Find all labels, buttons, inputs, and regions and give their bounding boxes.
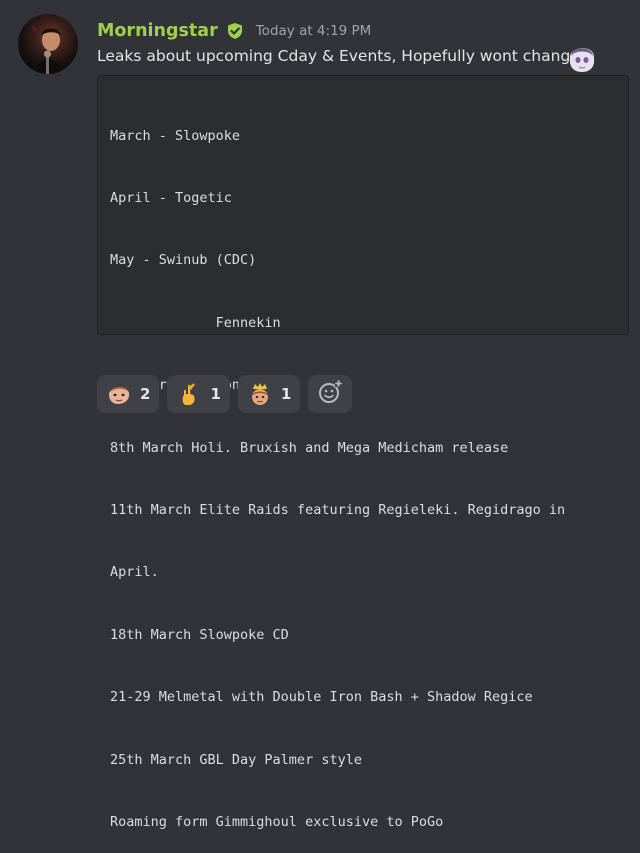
face-emote-icon — [106, 381, 132, 407]
username[interactable]: Morningstar — [97, 21, 218, 41]
code-line: April - Togetic — [110, 189, 232, 206]
message-header: Morningstar Today at 4:19 PM — [97, 18, 371, 44]
reaction-button[interactable]: 1 — [237, 375, 301, 413]
code-line: 11th March Elite Raids featuring Regiele… — [110, 501, 566, 518]
code-line: May - Swinub (CDC) — [110, 252, 257, 269]
avatar-image — [31, 25, 62, 74]
code-line: 21-29 Melmetal with Double Iron Bash + S… — [110, 689, 533, 706]
code-line: Roaming form Gimmighoul exclusive to PoG… — [110, 813, 444, 830]
crossed-fingers-icon — [176, 381, 202, 407]
code-line: 18th March Slowpoke CD — [110, 626, 289, 643]
shield-check-icon — [226, 22, 244, 40]
reaction-count: 2 — [140, 385, 151, 403]
code-line: 25th March GBL Day Palmer style — [110, 751, 362, 768]
reactions-bar: 2 1 1 — [97, 375, 353, 413]
message-timestamp: Today at 4:19 PM — [255, 23, 372, 39]
reaction-button[interactable]: 1 — [167, 375, 230, 413]
code-line: April. — [110, 564, 159, 581]
code-line: Fennekin — [110, 314, 281, 331]
anime-girl-emote-icon — [565, 40, 599, 74]
reaction-count: 1 — [280, 385, 292, 403]
reaction-button[interactable]: 2 — [97, 375, 160, 413]
add-reaction-button[interactable] — [308, 375, 353, 413]
reaction-count: 1 — [210, 385, 221, 403]
crowned-face-icon — [247, 381, 273, 407]
user-avatar[interactable] — [18, 14, 78, 74]
code-block: March - Slowpoke April - Togetic May - S… — [97, 75, 629, 830]
code-line: March - Slowpoke — [110, 127, 241, 144]
message-text: Leaks about upcoming Cday & Events, Hope… — [97, 47, 580, 65]
add-reaction-icon — [317, 379, 343, 409]
